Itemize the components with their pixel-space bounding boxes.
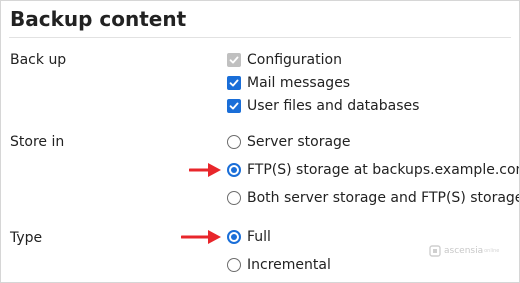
checkbox-mail-messages-label: Mail messages — [247, 75, 351, 91]
radio-full[interactable]: Full — [227, 227, 271, 247]
radio-selected-dot — [231, 234, 237, 240]
radio-ftp-storage-label: FTP(S) storage at backups.example.com/ — [247, 162, 520, 178]
backup-content-panel: Backup content Back up Configuration Mai… — [0, 0, 520, 283]
radio-server-storage[interactable]: Server storage — [227, 132, 351, 152]
red-arrow-icon — [189, 163, 221, 177]
checkbox-mail-messages-box[interactable] — [227, 76, 241, 90]
radio-ftp-storage-circle[interactable] — [227, 163, 241, 177]
store-in-label: Store in — [10, 134, 65, 150]
type-label: Type — [10, 230, 43, 246]
checkbox-mail-messages[interactable]: Mail messages — [227, 73, 350, 93]
radio-both-storage-label: Both server storage and FTP(S) storage a… — [247, 190, 520, 206]
checkmark-icon — [229, 56, 239, 64]
title-divider — [9, 37, 511, 38]
watermark-suffix: online — [484, 248, 500, 254]
checkbox-configuration[interactable]: Configuration — [227, 50, 342, 70]
watermark-logo-icon — [429, 245, 441, 257]
watermark: ascensia online — [429, 245, 499, 257]
watermark-text: ascensia — [444, 246, 484, 256]
radio-incremental[interactable]: Incremental — [227, 255, 331, 275]
radio-incremental-label: Incremental — [247, 257, 331, 273]
checkbox-user-files-box[interactable] — [227, 99, 241, 113]
radio-full-label: Full — [247, 229, 271, 245]
red-arrow-icon — [181, 230, 221, 244]
checkmark-icon — [229, 102, 239, 110]
checkmark-icon — [229, 79, 239, 87]
radio-incremental-circle[interactable] — [227, 258, 241, 272]
checkbox-configuration-label: Configuration — [247, 52, 342, 68]
section-title: Backup content — [10, 7, 187, 31]
checkbox-user-files-label: User files and databases — [247, 98, 420, 114]
radio-server-storage-circle[interactable] — [227, 135, 241, 149]
radio-server-storage-label: Server storage — [247, 134, 351, 150]
radio-full-circle[interactable] — [227, 230, 241, 244]
backup-label: Back up — [10, 52, 67, 68]
checkbox-configuration-box[interactable] — [227, 53, 241, 67]
radio-ftp-storage[interactable]: FTP(S) storage at backups.example.com/ — [227, 160, 520, 180]
checkbox-user-files[interactable]: User files and databases — [227, 96, 419, 116]
radio-both-storage-circle[interactable] — [227, 191, 241, 205]
radio-selected-dot — [231, 167, 237, 173]
radio-both-storage[interactable]: Both server storage and FTP(S) storage a… — [227, 188, 520, 208]
